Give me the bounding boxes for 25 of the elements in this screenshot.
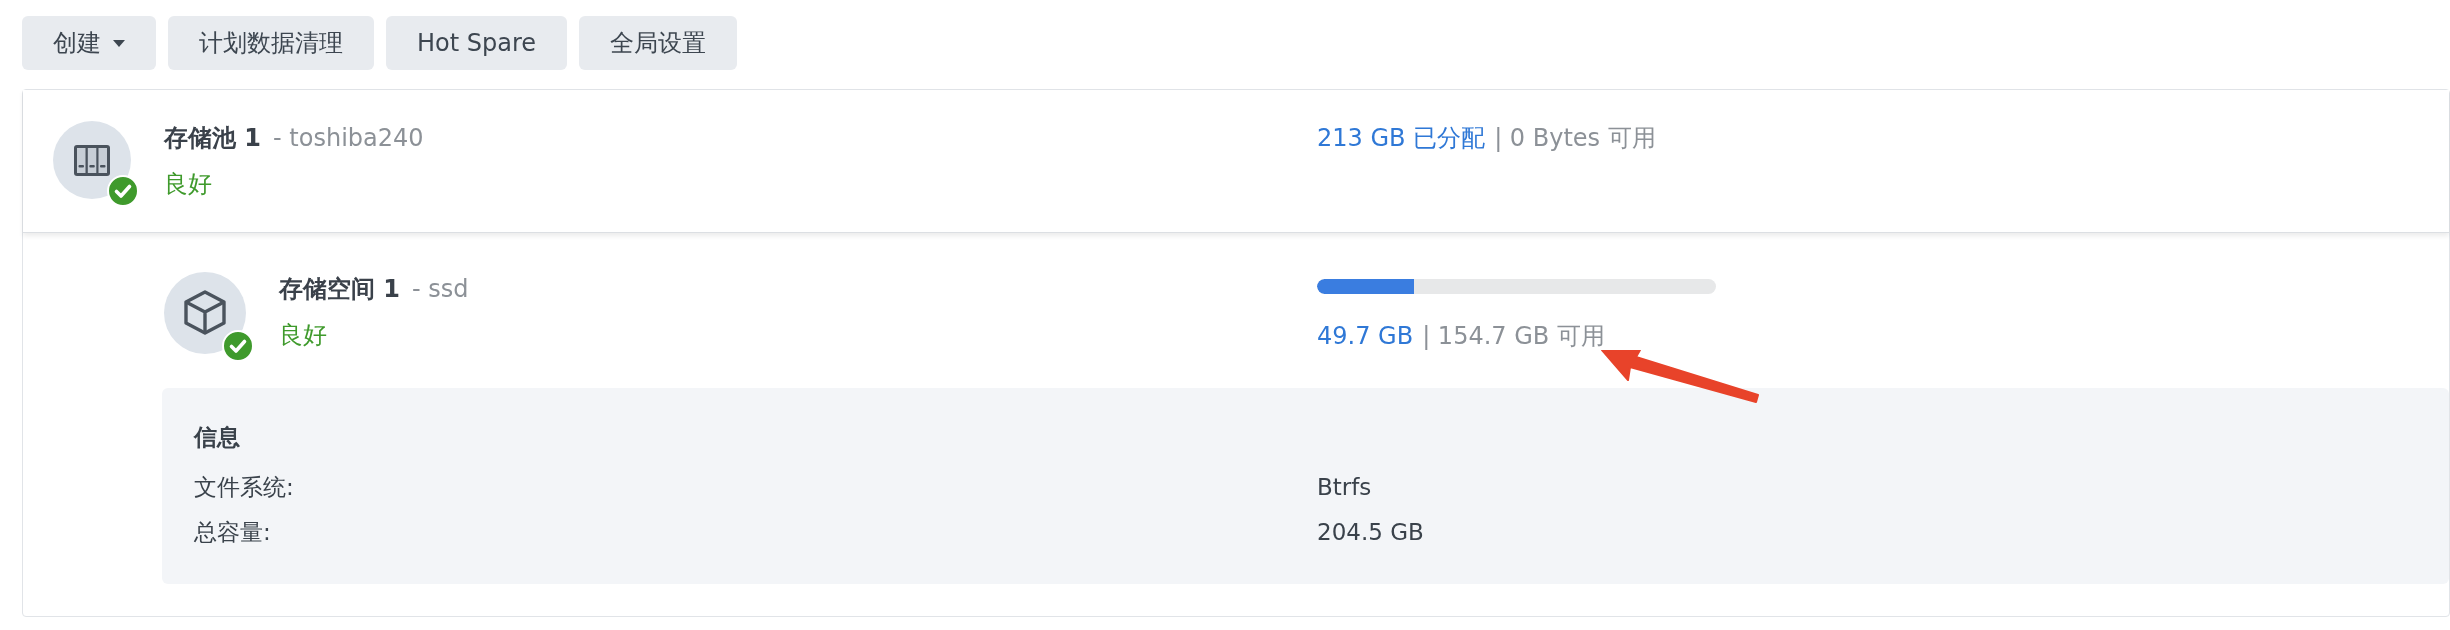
- toolbar-button[interactable]: Hot Spare: [386, 16, 568, 70]
- toolbar-button[interactable]: 计划数据清理: [168, 16, 374, 70]
- dropdown-button[interactable]: 创建: [22, 16, 156, 70]
- drive-bays-icon: [53, 121, 131, 199]
- free-capacity: | 0 Bytes 可用: [1494, 123, 1656, 154]
- info-value: Btrfs: [1317, 473, 1373, 502]
- info-value: 204.5 GB: [1317, 518, 1425, 547]
- used-capacity: 49.7 GB: [1317, 321, 1414, 352]
- item-description: - ssd: [412, 274, 469, 305]
- info-label: 总容量:: [194, 518, 272, 547]
- item-description: - toshiba240: [273, 123, 424, 154]
- toolbar-button[interactable]: 全局设置: [579, 16, 738, 70]
- item-name: 存储池 1: [164, 123, 262, 154]
- section-title: 信息: [194, 423, 241, 452]
- check-badge-icon: [222, 330, 254, 362]
- info-label: 文件系统:: [194, 473, 295, 502]
- pool-card[interactable]: 存储池 1 - toshiba240 良好 213 GB 已分配 | 0 Bytes 可用: [23, 90, 2449, 233]
- check-badge-icon: [107, 175, 139, 207]
- free-capacity: | 154.7 GB 可用: [1422, 321, 1605, 352]
- status-text: 良好: [164, 170, 212, 198]
- status-text: 良好: [279, 321, 327, 349]
- item-name: 存储空间 1: [279, 274, 401, 305]
- used-capacity: 213 GB 已分配: [1317, 123, 1486, 154]
- cube-icon: [164, 272, 246, 354]
- caret-icon: [113, 39, 125, 47]
